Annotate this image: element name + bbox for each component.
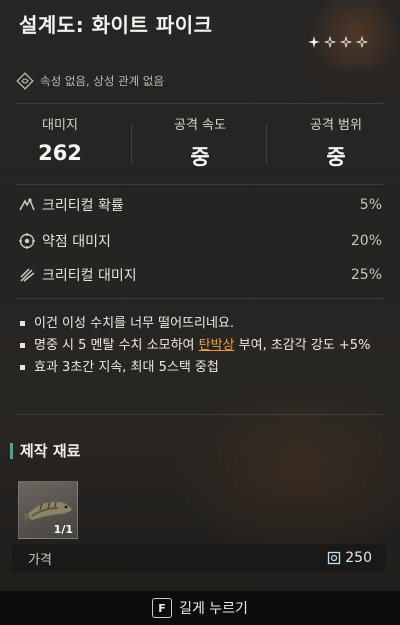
critical-rate-icon xyxy=(18,196,36,214)
substat-label: 약점 대미지 xyxy=(42,234,111,250)
substat-critical-rate: 크리티컬 확률 5% xyxy=(18,194,382,216)
stat-value: 중 xyxy=(190,145,210,169)
materials-header: 제작 재료 xyxy=(10,440,80,461)
section-accent-bar xyxy=(10,442,13,459)
weapon-emblem-icon xyxy=(300,0,400,70)
substat-value: 5% xyxy=(359,197,382,213)
currency-icon xyxy=(327,551,341,565)
stat-value: 262 xyxy=(38,141,82,165)
description: 이건 이성 수치를 너무 떨어뜨리네요. 명중 시 5 멘탈 수치 소모하여 탄… xyxy=(16,313,388,379)
materials-title: 제작 재료 xyxy=(20,442,81,460)
material-slot[interactable]: 1/1 xyxy=(18,481,78,539)
description-line: 명중 시 5 멘탈 수치 소모하여 탄박상 부여, 초감각 강도 +5% xyxy=(16,335,388,357)
price-row: 가격 250 xyxy=(12,544,386,572)
stat-label: 공격 속도 xyxy=(174,118,226,133)
attribute-text: 속성 없음, 상성 관계 없음 xyxy=(40,74,165,88)
divider xyxy=(16,298,384,299)
main-stats: 대미지 262 공격 속도 중 공격 범위 중 xyxy=(0,114,400,174)
divider xyxy=(16,414,384,415)
substat-label: 크리티컬 대미지 xyxy=(42,268,137,284)
key-prompt-button[interactable]: F xyxy=(152,598,173,618)
description-line: 이건 이성 수치를 너무 떨어뜨리네요. xyxy=(16,313,388,335)
item-title: 설계도: 화이트 파이크 xyxy=(19,13,213,37)
attribute-row: 속성 없음, 상성 관계 없음 xyxy=(16,72,164,90)
weakpoint-icon xyxy=(18,232,36,250)
fish-icon xyxy=(24,501,72,522)
substat-critical-damage: 크리티컬 대미지 25% xyxy=(18,264,382,286)
empty-star-icon xyxy=(340,36,352,48)
stat-attack-range: 공격 범위 중 xyxy=(296,114,376,171)
price-value: 250 xyxy=(345,550,372,566)
description-line: 효과 3초간 지속, 최대 5스택 중첩 xyxy=(16,357,388,379)
substat-label: 크리티컬 확률 xyxy=(42,198,124,214)
hold-hint-text: 길게 누르기 xyxy=(179,601,248,617)
material-count: 1/1 xyxy=(53,523,73,536)
empty-star-icon xyxy=(356,36,368,48)
stat-value: 중 xyxy=(326,145,346,169)
stat-separator xyxy=(266,124,267,164)
bullet-icon xyxy=(20,321,25,326)
stat-label: 공격 범위 xyxy=(310,118,362,133)
divider xyxy=(16,103,384,104)
stat-attack-speed: 공격 속도 중 xyxy=(160,114,240,171)
bullet-icon xyxy=(20,343,25,348)
status-effect-link[interactable]: 탄박상 xyxy=(199,338,235,353)
attribute-icon xyxy=(16,72,34,90)
stat-damage: 대미지 262 xyxy=(28,114,92,165)
critical-damage-icon xyxy=(18,266,36,284)
substat-value: 25% xyxy=(350,267,382,283)
substat-weakpoint-damage: 약점 대미지 20% xyxy=(18,230,382,252)
divider xyxy=(16,184,384,185)
substat-value: 20% xyxy=(350,233,382,249)
bullet-icon xyxy=(20,365,25,370)
empty-star-icon xyxy=(324,36,336,48)
stat-separator xyxy=(131,124,132,164)
rarity-stars xyxy=(308,36,368,48)
filled-star-icon xyxy=(308,36,320,48)
item-tooltip-panel: 설계도: 화이트 파이크 속성 없음, 상성 관계 없음 대미지 262 공격 … xyxy=(0,0,400,625)
stat-label: 대미지 xyxy=(42,118,78,133)
footer-hint-bar: F 길게 누르기 xyxy=(0,591,400,625)
price-label: 가격 xyxy=(28,552,52,568)
